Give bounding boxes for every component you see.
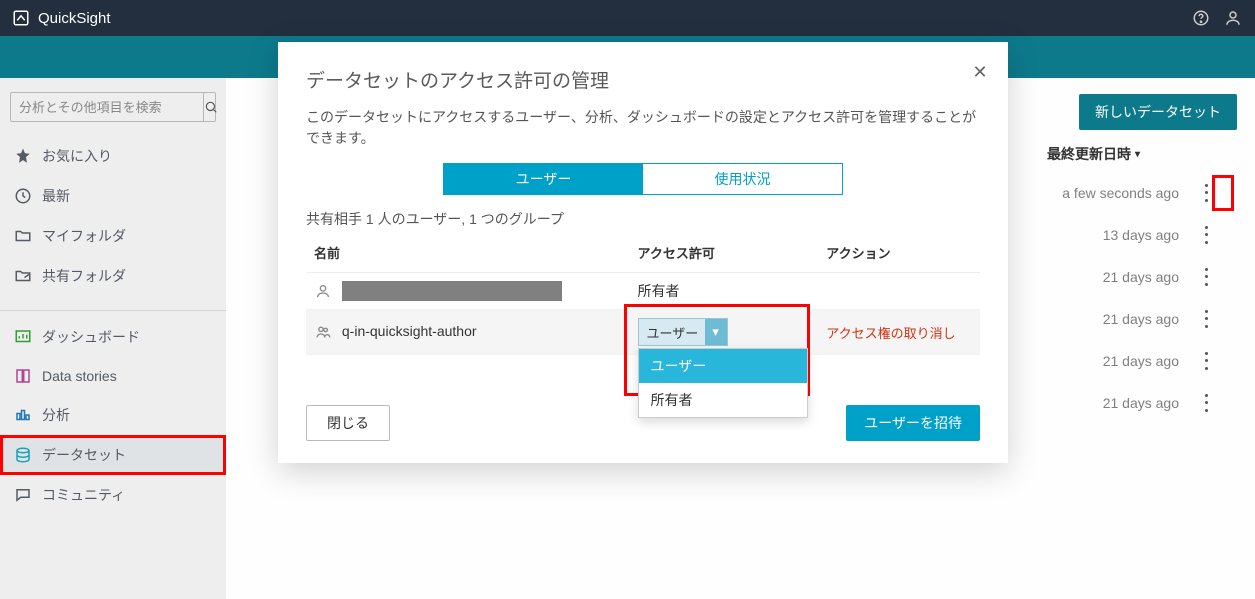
permissions-table: 名前 アクセス許可 アクション 所有者 q-in- [306,233,980,355]
divider [0,310,226,311]
row-time: a few seconds ago [1062,185,1179,201]
chevron-down-icon: ▾ [1135,149,1140,160]
clock-icon [14,187,32,205]
quicksight-logo-icon [12,9,30,27]
sidebar-item-label: お気に入り [42,146,112,166]
kebab-icon[interactable] [1199,392,1213,414]
sidebar-item-label: マイフォルダ [42,226,126,246]
invite-user-button[interactable]: ユーザーを招待 [846,405,980,441]
database-icon [14,446,32,464]
revoke-link[interactable]: アクセス権の取り消し [826,326,955,341]
dropdown-option-user[interactable]: ユーザー [639,349,807,383]
kebab-icon[interactable] [1199,182,1213,204]
close-icon[interactable]: ✕ [970,62,990,82]
col-name: 名前 [306,233,630,273]
chart-icon [14,406,32,424]
kebab-icon[interactable] [1199,308,1213,330]
row-time: 21 days ago [1103,269,1179,285]
kebab-icon[interactable] [1199,266,1213,288]
col-action: アクション [818,233,980,273]
row-time: 21 days ago [1103,311,1179,327]
modal-description: このデータセットにアクセスするユーザー、分析、ダッシュボードの設定とアクセス許可… [306,107,980,149]
user-icon[interactable] [1223,8,1243,28]
sidebar-item-shared-folders[interactable]: 共有フォルダ [0,256,226,296]
search-icon [204,100,218,114]
sidebar-item-dashboards[interactable]: ダッシュボード [0,317,226,357]
topbar: QuickSight [0,0,1255,36]
select-value: ユーザー [647,323,699,342]
perm-select[interactable]: ユーザー ▾ [638,318,728,346]
column-last-updated[interactable]: 最終更新日時 ▾ [1047,144,1140,164]
person-icon [314,282,332,300]
shared-folder-icon [14,267,32,285]
help-icon[interactable] [1191,8,1211,28]
perm-dropdown: ユーザー 所有者 [638,348,808,418]
sidebar-item-analyses[interactable]: 分析 [0,395,226,435]
sidebar-item-label: データセット [42,445,126,465]
perm-select-wrap: ユーザー ▾ ユーザー 所有者 [638,318,728,346]
tab-usage[interactable]: 使用状況 [643,164,842,194]
chevron-down-icon: ▾ [705,319,727,345]
sidebar-item-label: ダッシュボード [42,327,140,347]
sidebar-item-data-stories[interactable]: Data stories [0,357,226,395]
chat-icon [14,486,32,504]
sidebar-item-label: 分析 [42,405,70,425]
column-label: 最終更新日時 [1047,144,1131,164]
col-perm: アクセス許可 [630,233,819,273]
search-input[interactable] [11,100,203,115]
book-icon [14,367,32,385]
share-summary: 共有相手 1 人のユーザー, 1 つのグループ [306,209,980,229]
kebab-icon[interactable] [1199,224,1213,246]
sidebar-item-recent[interactable]: 最新 [0,176,226,216]
sidebar-item-community[interactable]: コミュニティ [0,475,226,515]
perm-row-owner: 所有者 [306,273,980,310]
sidebar-item-label: 共有フォルダ [42,266,126,286]
close-button[interactable]: 閉じる [306,405,390,441]
row-time: 13 days ago [1103,227,1179,243]
kebab-icon[interactable] [1199,350,1213,372]
group-icon [314,323,332,341]
search-button[interactable] [203,93,218,121]
perm-value: 所有者 [630,273,819,310]
permissions-modal: ✕ データセットのアクセス許可の管理 このデータセットにアクセスするユーザー、分… [278,42,1008,463]
sidebar: お気に入り 最新 マイフォルダ 共有フォルダ ダッシュボード Data stor… [0,78,226,599]
search-box[interactable] [10,92,216,122]
dropdown-option-owner[interactable]: 所有者 [639,383,807,417]
row-time: 21 days ago [1103,395,1179,411]
sidebar-item-label: 最新 [42,186,70,206]
perm-row-group: q-in-quicksight-author ユーザー ▾ ユーザー 所有者 [306,310,980,355]
new-dataset-button[interactable]: 新しいデータセット [1079,94,1237,130]
star-icon [14,147,32,165]
folder-icon [14,227,32,245]
modal-title: データセットのアクセス許可の管理 [306,66,980,93]
sidebar-item-label: Data stories [42,368,117,384]
row-time: 21 days ago [1103,353,1179,369]
sidebar-item-my-folders[interactable]: マイフォルダ [0,216,226,256]
tab-users[interactable]: ユーザー [444,164,643,194]
brand-text: QuickSight [38,10,111,27]
dashboard-icon [14,328,32,346]
group-name: q-in-quicksight-author [342,323,477,339]
sidebar-item-favorites[interactable]: お気に入り [0,136,226,176]
brand: QuickSight [12,9,111,27]
sidebar-item-label: コミュニティ [42,485,125,505]
segmented-tabs: ユーザー 使用状況 [443,163,843,195]
redacted-name [342,281,562,301]
sidebar-item-datasets[interactable]: データセット [0,435,226,475]
